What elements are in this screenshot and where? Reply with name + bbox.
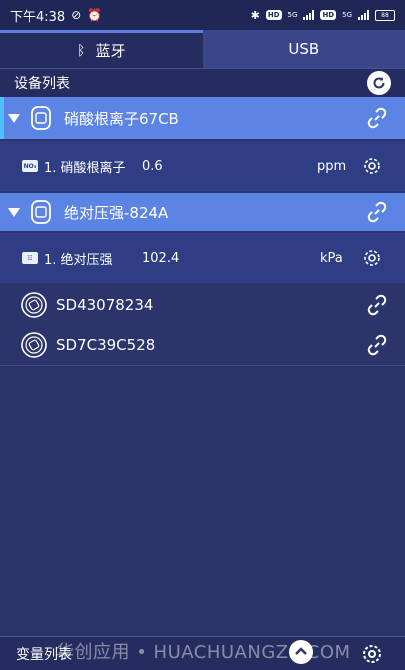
link-icon[interactable] xyxy=(365,333,389,357)
variable-value: 0.6 xyxy=(142,158,163,174)
device-list-title: 设备列表 xyxy=(14,76,70,92)
device-list-header: 设备列表 xyxy=(0,69,405,97)
expand-up-button[interactable] xyxy=(289,640,313,664)
status-bar: 下午4:38 ⊘ ⏰ ✱ HD 5G HD 5G 88 xyxy=(0,0,405,30)
variable-unit: ppm xyxy=(317,158,347,174)
connection-tabs: ᛒ 蓝牙 USB xyxy=(0,30,405,68)
network-label-2: 5G xyxy=(342,10,352,19)
sensor-round-icon xyxy=(21,292,47,318)
status-time: 下午4:38 xyxy=(10,9,66,25)
sensor-round-icon xyxy=(21,332,47,358)
refresh-button[interactable] xyxy=(367,71,391,95)
variable-unit: kPa xyxy=(320,250,343,266)
link-icon[interactable] xyxy=(365,200,389,224)
device-row-sd43078234[interactable]: SD43078234 xyxy=(0,285,405,325)
device-row-nitrate[interactable]: 硝酸根离子67CB xyxy=(0,97,405,139)
refresh-icon xyxy=(373,76,385,89)
tab-bluetooth-label: 蓝牙 xyxy=(95,42,126,60)
device-name: SD7C39C528 xyxy=(56,336,156,354)
variable-value: 102.4 xyxy=(142,250,180,266)
mute-icon: ⊘ xyxy=(71,8,82,22)
variable-row-pressure[interactable]: ☷ 1. 绝对压强 102.4 kPa xyxy=(0,233,405,283)
bluetooth-status-icon: ✱ xyxy=(250,8,260,22)
device-row-sd7c39c528[interactable]: SD7C39C528 xyxy=(0,325,405,365)
variable-label: 1. 绝对压强 xyxy=(44,252,113,268)
variable-label: 1. 硝酸根离子 xyxy=(44,160,126,176)
variable-row-nitrate[interactable]: NO₃ 1. 硝酸根离子 0.6 ppm xyxy=(0,141,405,191)
link-icon[interactable] xyxy=(365,106,389,130)
hd-icon: HD xyxy=(265,10,282,20)
chevron-up-icon xyxy=(295,647,307,655)
expand-arrow-icon[interactable] xyxy=(8,113,20,123)
bottom-settings-icon[interactable] xyxy=(361,643,383,665)
tab-usb[interactable]: USB xyxy=(202,30,405,68)
network-label-1: 5G xyxy=(287,10,298,19)
pressure-badge-icon: ☷ xyxy=(22,252,38,264)
device-name: SD43078234 xyxy=(56,296,154,314)
list-end-divider xyxy=(0,365,405,366)
sensor-device-icon xyxy=(31,200,51,224)
device-name: 硝酸根离子67CB xyxy=(64,109,179,128)
signal-icon xyxy=(303,10,315,20)
hd-icon-2: HD xyxy=(320,10,337,20)
sensor-device-icon xyxy=(31,106,51,130)
settings-icon[interactable] xyxy=(361,247,383,269)
tab-usb-label: USB xyxy=(288,40,320,58)
link-icon[interactable] xyxy=(365,293,389,317)
settings-icon[interactable] xyxy=(361,155,383,177)
nitrate-badge-icon: NO₃ xyxy=(22,160,38,172)
tab-bluetooth[interactable]: ᛒ 蓝牙 xyxy=(0,30,203,68)
signal-icon-2 xyxy=(358,10,369,20)
alarm-icon: ⏰ xyxy=(87,8,103,22)
device-row-pressure[interactable]: 绝对压强-824A xyxy=(0,193,405,231)
device-name: 绝对压强-824A xyxy=(64,203,169,222)
battery-icon: 88 xyxy=(375,9,395,21)
expand-arrow-icon[interactable] xyxy=(8,207,20,217)
bluetooth-icon: ᛒ xyxy=(77,42,86,59)
